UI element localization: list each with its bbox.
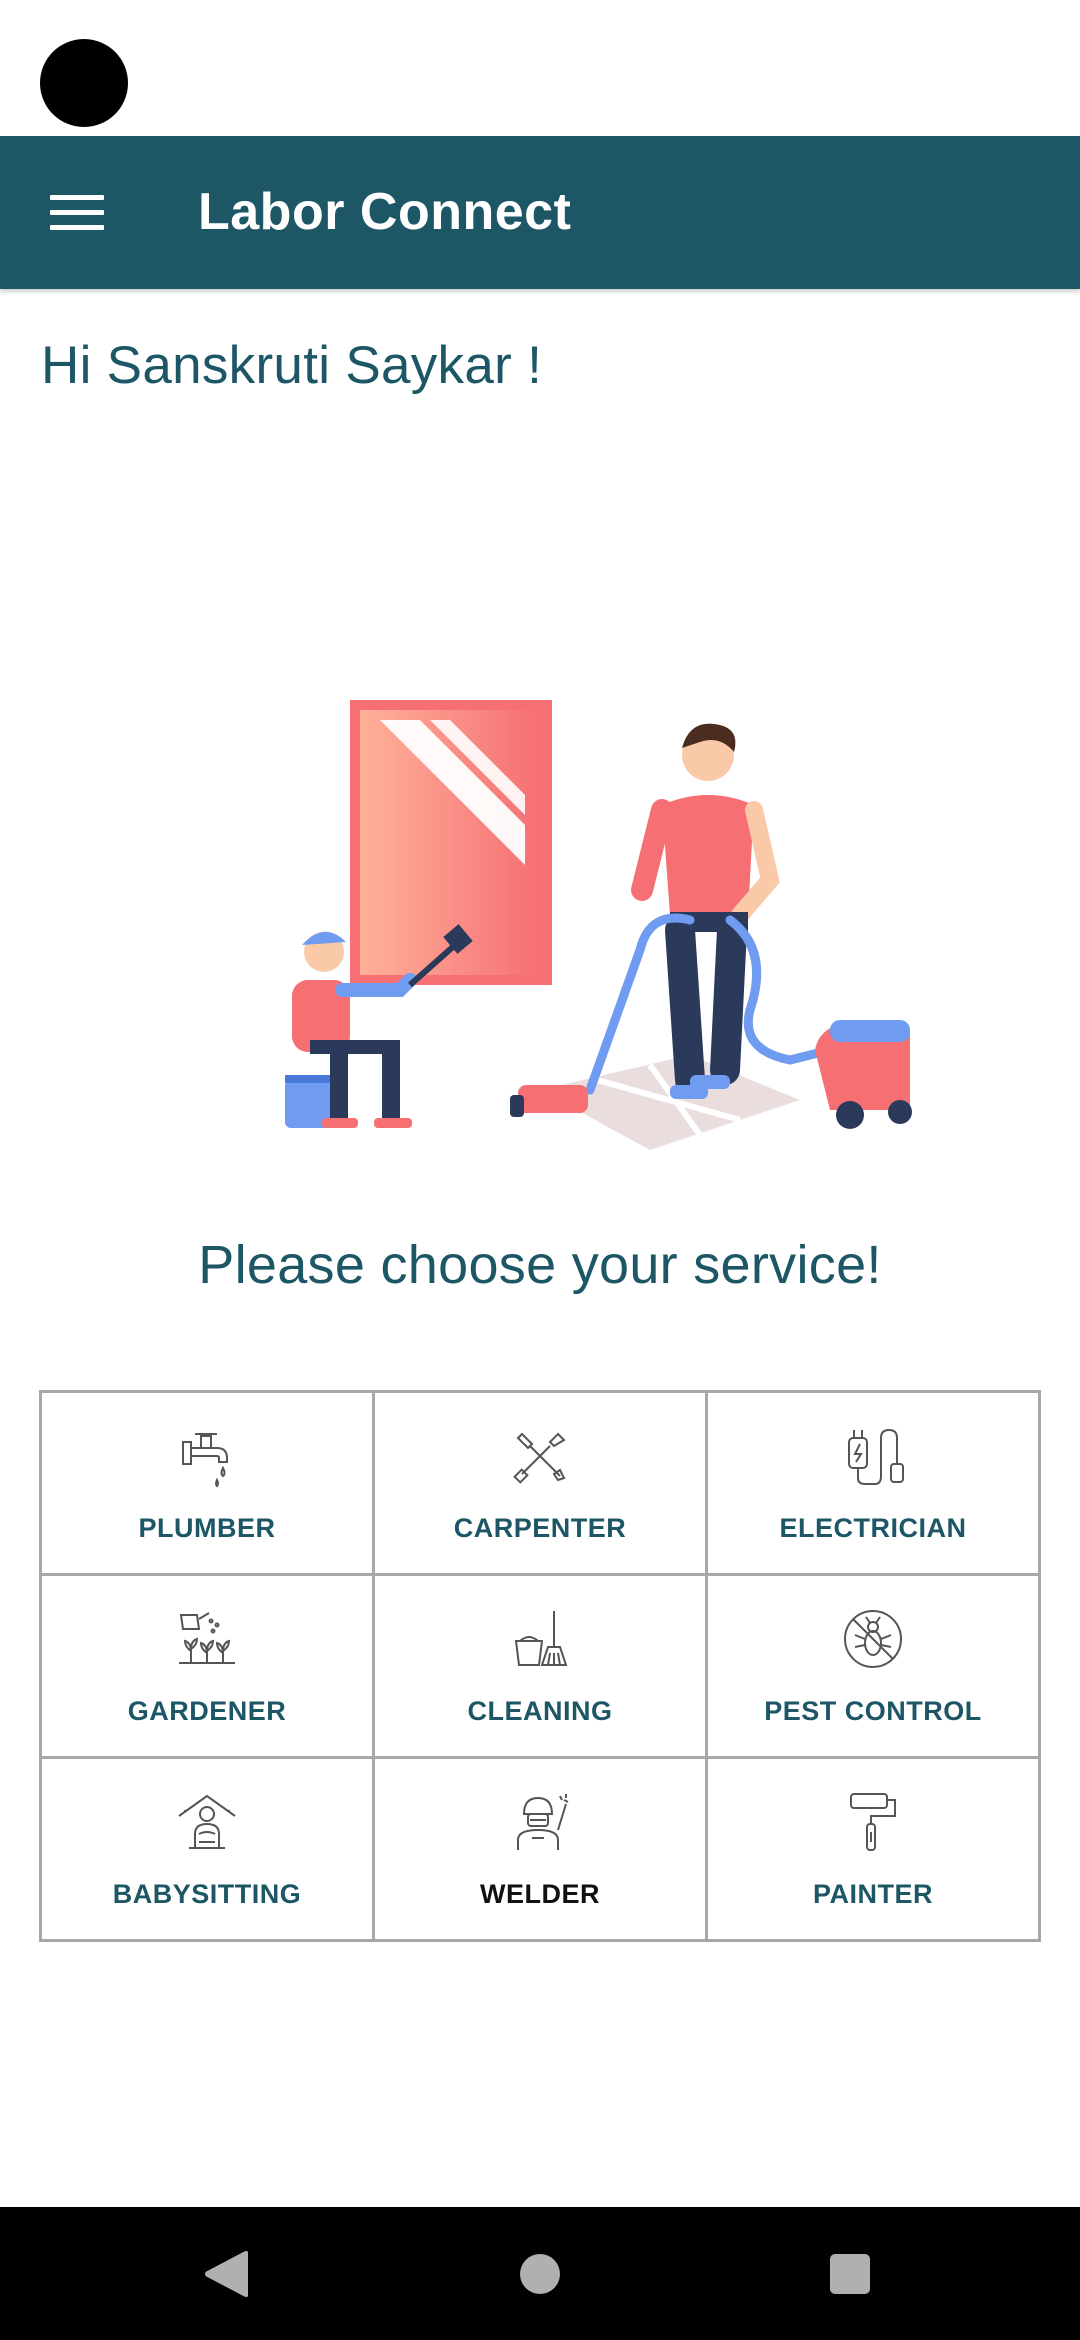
service-label: CARPENTER [453, 1513, 627, 1543]
cleaning-illustration [285, 700, 912, 1150]
app-title: Labor Connect [198, 183, 572, 241]
bucket-broom-icon [505, 1604, 575, 1674]
service-plumber[interactable]: PLUMBER [42, 1393, 375, 1576]
hamburger-menu-icon [50, 195, 104, 230]
nav-back-button[interactable] [166, 2207, 286, 2340]
service-label: GARDENER [127, 1696, 287, 1726]
service-grid: PLUMBER CARPENTER ELECTRICIAN GARDENER C… [39, 1390, 1041, 1942]
service-label: CLEANING [467, 1696, 613, 1726]
system-nav-bar [0, 2207, 1080, 2340]
home-circle-icon [520, 2253, 560, 2294]
service-label: PAINTER [812, 1879, 933, 1909]
service-label: PEST CONTROL [764, 1696, 982, 1726]
camera-cutout [40, 39, 128, 127]
greeting-text: Hi Sanskruti Saykar ! [41, 336, 543, 395]
service-label: ELECTRICIAN [779, 1513, 967, 1543]
back-triangle-icon [205, 2250, 248, 2297]
electric-plug-icon [838, 1421, 908, 1491]
service-label: WELDER [480, 1879, 600, 1909]
service-gardener[interactable]: GARDENER [42, 1576, 375, 1759]
menu-button[interactable] [36, 172, 118, 254]
service-label: PLUMBER [138, 1513, 276, 1543]
no-bug-icon [838, 1604, 908, 1674]
service-label: BABYSITTING [112, 1879, 302, 1909]
watering-can-icon [172, 1604, 242, 1674]
service-welder[interactable]: WELDER [375, 1759, 708, 1942]
service-painter[interactable]: PAINTER [708, 1759, 1041, 1942]
service-cleaning[interactable]: CLEANING [375, 1576, 708, 1759]
nav-recents-button[interactable] [790, 2207, 910, 2340]
recents-square-icon [830, 2253, 870, 2294]
faucet-icon [172, 1421, 242, 1491]
house-child-icon [172, 1787, 242, 1857]
status-bar [0, 0, 1080, 136]
nav-home-button[interactable] [480, 2207, 600, 2340]
service-babysitting[interactable]: BABYSITTING [42, 1759, 375, 1942]
service-electrician[interactable]: ELECTRICIAN [708, 1393, 1041, 1576]
welder-icon [505, 1787, 575, 1857]
app-bar: Labor Connect [0, 136, 1080, 289]
service-pest-control[interactable]: PEST CONTROL [708, 1576, 1041, 1759]
service-prompt: Please choose your service! [198, 1235, 882, 1295]
service-carpenter[interactable]: CARPENTER [375, 1393, 708, 1576]
tools-icon [505, 1421, 575, 1491]
paint-roller-icon [838, 1787, 908, 1857]
